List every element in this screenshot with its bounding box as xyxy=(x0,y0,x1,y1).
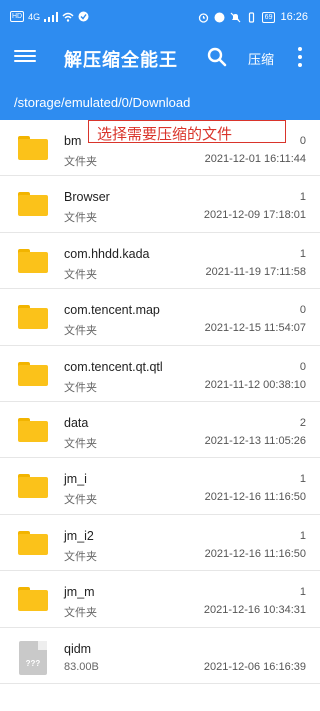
more-vert-icon[interactable] xyxy=(296,47,304,67)
status-left: HD 4G xyxy=(10,11,89,22)
menu-icon[interactable] xyxy=(14,47,36,67)
list-item[interactable]: com.hhdd.kada 文件夹 1 2021-11-19 17:11:58 xyxy=(0,232,320,290)
file-type: 文件夹 xyxy=(64,156,97,168)
app-toolbar: 解压缩全能王 压缩 xyxy=(0,34,320,80)
signal-icon xyxy=(44,11,59,22)
folder-icon xyxy=(18,417,48,442)
item-count: 0 xyxy=(299,360,306,373)
status-bar: HD 4G 69 16:26 xyxy=(0,0,320,34)
list-item[interactable]: jm_i2 文件夹 1 2021-12-16 11:16:50 xyxy=(0,514,320,572)
file-type: 文件夹 xyxy=(64,381,97,394)
alarm-icon xyxy=(198,12,208,23)
app-notification-icon xyxy=(78,11,89,22)
folder-icon xyxy=(18,474,48,499)
list-item[interactable]: ??? qidm 83.00B 2021-12-06 16:16:39 xyxy=(0,627,320,684)
battery-indicator: 69 xyxy=(261,11,276,23)
modified-date: 2021-12-01 16:11:44 xyxy=(204,153,306,165)
annotation-callout: 选择需要压缩的文件 xyxy=(88,120,286,143)
file-type: 文件夹 xyxy=(64,212,97,225)
list-item[interactable]: jm_i 文件夹 1 2021-12-16 11:16:50 xyxy=(0,458,320,515)
file-list: bm 文件夹 0 2021-12-01 16:11:44 Browser 文件夹 1 2021… xyxy=(0,120,320,684)
list-item[interactable]: jm_m 文件夹 1 2021-12-16 10:34:31 xyxy=(0,571,320,628)
modified-date: 2021-12-15 11:54:07 xyxy=(204,322,306,335)
folder-icon xyxy=(18,305,48,330)
file-type: 文件夹 xyxy=(64,607,97,620)
signal-label: 4G xyxy=(28,11,41,22)
hd-badge: HD xyxy=(10,11,25,22)
file-name: Browser xyxy=(64,190,110,205)
modified-date: 2021-12-16 10:34:31 xyxy=(203,604,306,617)
modified-date: 2021-12-13 11:05:26 xyxy=(204,434,306,447)
modified-date: 2021-12-16 11:16:50 xyxy=(204,491,306,504)
item-count: 1 xyxy=(299,191,306,204)
item-count: 0 xyxy=(299,135,306,147)
file-type: 文件夹 xyxy=(64,550,97,563)
folder-icon xyxy=(18,587,48,612)
modified-date: 2021-12-16 11:16:50 xyxy=(204,547,306,560)
list-item[interactable]: com.tencent.qt.qtl 文件夹 0 2021-11-12 00:38:1… xyxy=(0,345,320,402)
folder-icon xyxy=(18,136,48,160)
path-breadcrumb[interactable]: /storage/emulated/0/Download xyxy=(0,80,320,120)
item-count: 1 xyxy=(299,529,306,542)
folder-icon xyxy=(18,361,48,386)
unknown-file-icon: ??? xyxy=(19,640,47,675)
item-count: 1 xyxy=(299,473,306,486)
file-name: jm_i xyxy=(64,472,87,487)
file-name: bm xyxy=(64,134,82,148)
file-name: qidm xyxy=(64,641,92,656)
folder-icon xyxy=(18,248,48,273)
item-count: 1 xyxy=(299,586,306,599)
folder-icon xyxy=(18,192,48,217)
compress-button[interactable]: 压缩 xyxy=(248,49,274,68)
file-type: 文件夹 xyxy=(64,437,97,450)
vibrate-icon xyxy=(248,11,254,23)
list-item[interactable]: Browser 文件夹 1 2021-12-09 17:18:01 xyxy=(0,176,320,233)
search-icon[interactable] xyxy=(206,46,228,68)
modified-date: 2021-11-19 17:11:58 xyxy=(205,265,306,278)
notification-icon xyxy=(214,12,225,22)
silent-icon xyxy=(230,12,241,22)
modified-date: 2021-11-12 00:38:10 xyxy=(204,378,306,391)
wifi-icon xyxy=(62,12,74,22)
file-name: jm_i2 xyxy=(64,528,94,543)
item-count: 0 xyxy=(299,304,306,317)
file-name: com.hhdd.kada xyxy=(64,246,150,261)
file-name: com.tencent.map xyxy=(64,303,160,318)
file-name: data xyxy=(64,415,89,430)
list-item[interactable]: com.tencent.map 文件夹 0 2021-12-15 11:54:07 xyxy=(0,289,320,346)
file-type: 83.00B xyxy=(64,660,99,673)
file-type: 文件夹 xyxy=(64,325,97,338)
file-name: com.tencent.qt.qtl xyxy=(64,359,163,374)
item-count: 1 xyxy=(299,247,306,260)
file-name: jm_m xyxy=(64,585,95,600)
modified-date: 2021-12-06 16:16:39 xyxy=(203,660,306,673)
app-title: 解压缩全能王 xyxy=(64,50,178,70)
status-right: 69 16:26 xyxy=(198,11,308,23)
file-type: 文件夹 xyxy=(64,268,97,281)
list-item[interactable]: data 文件夹 2 2021-12-13 11:05:26 xyxy=(0,401,320,459)
folder-icon xyxy=(18,530,48,555)
item-count: 2 xyxy=(299,416,306,429)
clock: 16:26 xyxy=(280,11,308,23)
file-type: 文件夹 xyxy=(64,494,97,507)
modified-date: 2021-12-09 17:18:01 xyxy=(203,209,306,222)
